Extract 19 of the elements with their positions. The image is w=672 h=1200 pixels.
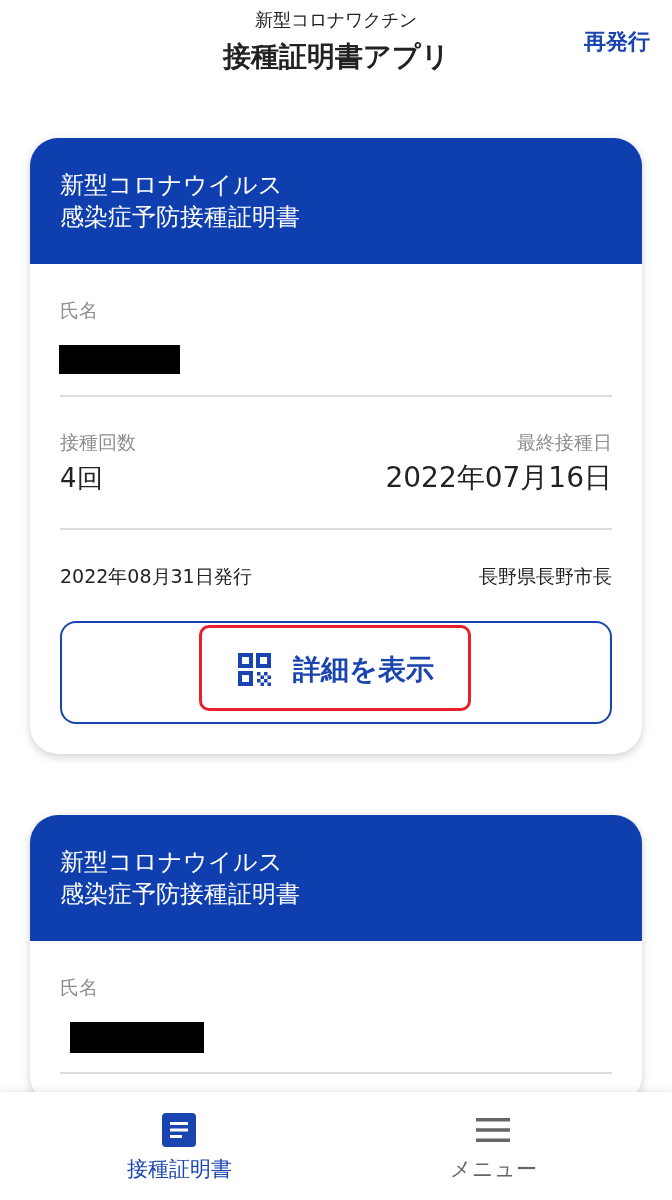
nav-tab[interactable]: 接種証明書 bbox=[22, 1092, 336, 1200]
menu-icon bbox=[476, 1118, 510, 1142]
field-label: 接種回数 bbox=[60, 430, 136, 455]
field-label: 氏名 bbox=[60, 975, 99, 1000]
field-label: 最終接種日 bbox=[517, 430, 612, 455]
app-title: 接種証明書アプリ bbox=[222, 39, 450, 75]
issuer: 長野県長野市長 bbox=[479, 564, 612, 589]
document-icon bbox=[162, 1113, 196, 1147]
qr-code-icon bbox=[238, 653, 271, 686]
show-details-button[interactable]: 詳細を表示 bbox=[60, 621, 612, 724]
dose-count: 4回 bbox=[60, 462, 104, 495]
nav-tab[interactable]: メニュー bbox=[336, 1092, 650, 1200]
last-dose-date: 2022年07月16日 bbox=[385, 460, 612, 496]
app-subtitle: 新型コロナワクチン bbox=[255, 8, 417, 32]
field-label: 氏名 bbox=[60, 298, 99, 323]
card-title: 新型コロナウイルス 感染症予防接種証明書 bbox=[60, 847, 301, 910]
card-title: 新型コロナウイルス 感染症予防接種証明書 bbox=[60, 170, 301, 233]
reissue-button[interactable]: 再発行 bbox=[584, 28, 650, 56]
issue-date: 2022年08月31日発行 bbox=[60, 564, 252, 589]
